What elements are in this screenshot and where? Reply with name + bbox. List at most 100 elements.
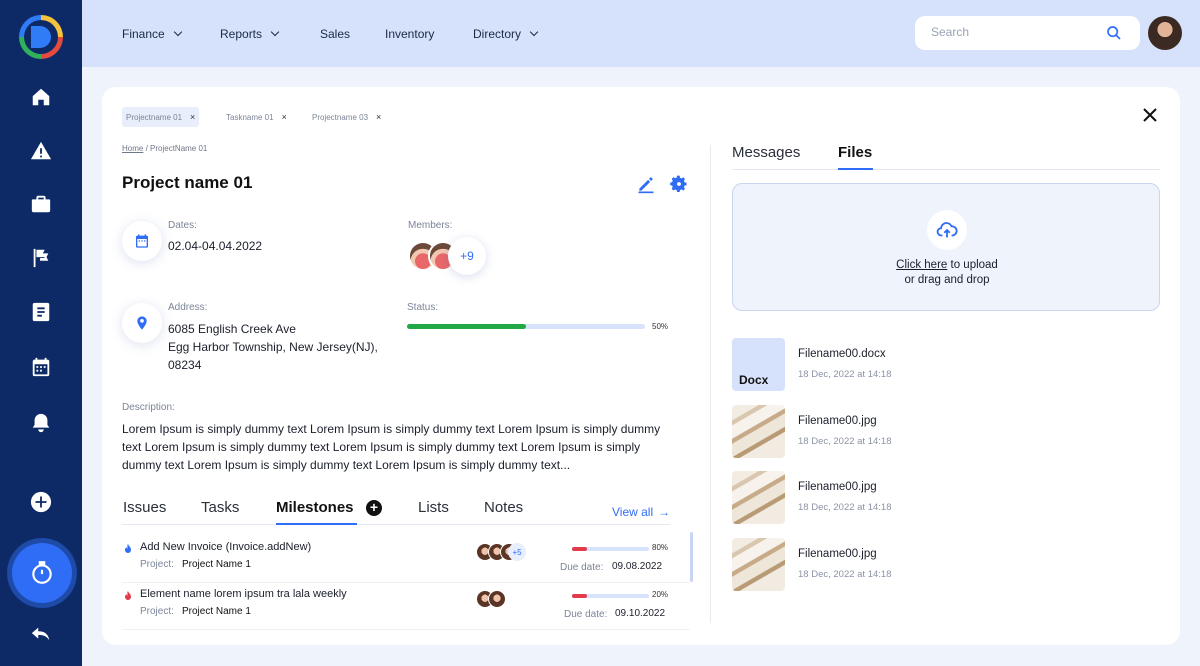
list-scrollbar[interactable] bbox=[690, 532, 693, 582]
home-icon[interactable] bbox=[28, 84, 54, 110]
milestone-percent: 80% bbox=[652, 543, 669, 552]
search-icon[interactable] bbox=[1106, 25, 1122, 41]
member-avatar bbox=[488, 590, 506, 608]
close-icon[interactable]: × bbox=[376, 112, 381, 122]
due-date-label: Due date: bbox=[564, 609, 608, 620]
docx-label: Docx bbox=[739, 373, 769, 387]
chip-projectname-03[interactable]: Projectname 03 × bbox=[308, 107, 385, 127]
status-progress-bar bbox=[407, 324, 645, 329]
file-item[interactable]: Filename00.jpg 18 Dec, 2022 at 14:18 bbox=[732, 405, 1160, 459]
app-logo[interactable] bbox=[19, 15, 63, 59]
tab-files[interactable]: Files bbox=[838, 144, 872, 161]
members-more-badge[interactable]: +5 bbox=[508, 543, 526, 561]
tab-lists[interactable]: Lists bbox=[418, 499, 449, 516]
address-label: Address: bbox=[168, 302, 208, 313]
file-date: 18 Dec, 2022 at 14:18 bbox=[798, 569, 892, 580]
image-thumbnail bbox=[732, 405, 785, 458]
dates-value: 02.04-04.04.2022 bbox=[168, 239, 263, 253]
nav-label: Directory bbox=[473, 27, 522, 41]
tab-messages[interactable]: Messages bbox=[732, 144, 800, 161]
cloud-upload-icon bbox=[936, 222, 958, 238]
close-icon[interactable] bbox=[1142, 107, 1158, 123]
nav-sales[interactable]: Sales bbox=[320, 27, 350, 41]
briefcase-icon[interactable] bbox=[28, 191, 54, 217]
calendar-icon[interactable] bbox=[28, 354, 54, 380]
milestone-percent: 20% bbox=[652, 590, 669, 599]
tab-tasks[interactable]: Tasks bbox=[201, 499, 239, 516]
breadcrumb-current: ProjectName 01 bbox=[150, 144, 208, 153]
address-line-1: 6085 English Creek Ave bbox=[168, 322, 296, 336]
edit-icon[interactable] bbox=[636, 174, 656, 194]
close-icon[interactable]: × bbox=[190, 112, 195, 122]
list-item[interactable]: Element name lorem ipsum tra lala weekly… bbox=[122, 584, 690, 630]
breadcrumb-home[interactable]: Home bbox=[122, 144, 143, 153]
active-tab-indicator bbox=[276, 523, 357, 525]
bell-icon[interactable] bbox=[28, 410, 54, 436]
search-input[interactable] bbox=[931, 25, 1101, 39]
image-thumbnail bbox=[732, 471, 785, 524]
nav-label: Inventory bbox=[385, 27, 435, 41]
project-name: Project Name 1 bbox=[182, 559, 251, 570]
nav-directory[interactable]: Directory bbox=[473, 27, 539, 41]
file-name: Filename00.jpg bbox=[798, 415, 877, 427]
chevron-down-icon bbox=[173, 27, 182, 37]
nav-reports[interactable]: Reports bbox=[220, 27, 280, 41]
right-panel-tabs: Messages Files bbox=[732, 144, 1160, 170]
upload-dropzone[interactable]: Click here to upload or drag and drop bbox=[732, 183, 1160, 311]
fire-icon bbox=[125, 591, 131, 600]
nav-inventory[interactable]: Inventory bbox=[385, 27, 434, 41]
due-date-value: 09.10.2022 bbox=[615, 608, 666, 619]
top-navigation: Finance Reports Sales Inventory Director… bbox=[82, 0, 1200, 67]
alert-icon[interactable] bbox=[28, 138, 54, 164]
project-tabs: Issues Tasks Milestones + Lists Notes bbox=[122, 499, 670, 525]
file-item[interactable]: Filename00.jpg 18 Dec, 2022 at 14:18 bbox=[732, 471, 1160, 525]
back-icon[interactable] bbox=[28, 621, 54, 647]
arrow-right-icon: → bbox=[658, 505, 671, 519]
file-date: 18 Dec, 2022 at 14:18 bbox=[798, 502, 892, 513]
tab-issues[interactable]: Issues bbox=[123, 499, 166, 516]
file-name: Filename00.jpg bbox=[798, 481, 877, 493]
list-item[interactable]: Add New Invoice (Invoice.addNew) Project… bbox=[122, 537, 690, 583]
view-all-link[interactable]: View all → bbox=[612, 505, 670, 519]
status-progress-fill bbox=[407, 324, 526, 329]
chip-label: Taskname 01 bbox=[226, 112, 274, 122]
file-item[interactable]: Docx Filename00.docx 18 Dec, 2022 at 14:… bbox=[732, 338, 1160, 392]
upload-icon-badge bbox=[927, 210, 967, 250]
chevron-down-icon bbox=[270, 27, 280, 37]
page-title: Project name 01 bbox=[122, 173, 253, 192]
members-more-badge[interactable]: +9 bbox=[448, 237, 486, 275]
nav-label: Finance bbox=[122, 27, 165, 41]
project-label: Project: bbox=[140, 559, 174, 570]
upload-link[interactable]: Click here bbox=[896, 259, 947, 271]
milestone-progress-fill bbox=[572, 594, 588, 598]
flag-icon[interactable] bbox=[28, 245, 54, 271]
add-icon[interactable] bbox=[28, 489, 54, 515]
add-milestone-icon[interactable]: + bbox=[366, 500, 382, 516]
upload-text-secondary: or drag and drop bbox=[904, 274, 990, 286]
file-name: Filename00.jpg bbox=[798, 548, 877, 560]
location-badge bbox=[122, 303, 162, 343]
status-label: Status: bbox=[407, 302, 439, 313]
description-label: Description: bbox=[122, 402, 175, 413]
upload-text: to upload bbox=[947, 259, 998, 271]
document-icon[interactable] bbox=[28, 299, 54, 325]
user-avatar[interactable] bbox=[1148, 16, 1182, 50]
panel-divider bbox=[710, 145, 711, 623]
chip-label: Projectname 01 bbox=[126, 112, 183, 122]
file-date: 18 Dec, 2022 at 14:18 bbox=[798, 436, 892, 447]
members-label: Members: bbox=[408, 220, 453, 231]
search-box bbox=[915, 16, 1140, 50]
file-item[interactable]: Filename00.jpg 18 Dec, 2022 at 14:18 bbox=[732, 538, 1160, 592]
timer-button[interactable] bbox=[12, 543, 72, 603]
tab-notes[interactable]: Notes bbox=[484, 499, 523, 516]
nav-finance[interactable]: Finance bbox=[122, 27, 182, 41]
status-percent: 50% bbox=[652, 322, 669, 331]
milestone-title: Add New Invoice (Invoice.addNew) bbox=[140, 541, 312, 553]
gear-icon[interactable] bbox=[669, 174, 689, 194]
tab-milestones[interactable]: Milestones bbox=[276, 499, 354, 516]
chip-taskname-01[interactable]: Taskname 01 × bbox=[222, 107, 291, 127]
close-icon[interactable]: × bbox=[282, 112, 287, 122]
chip-projectname-01[interactable]: Projectname 01 × bbox=[122, 107, 200, 127]
milestone-progress-bar bbox=[572, 594, 649, 598]
file-name: Filename00.docx bbox=[798, 348, 886, 360]
